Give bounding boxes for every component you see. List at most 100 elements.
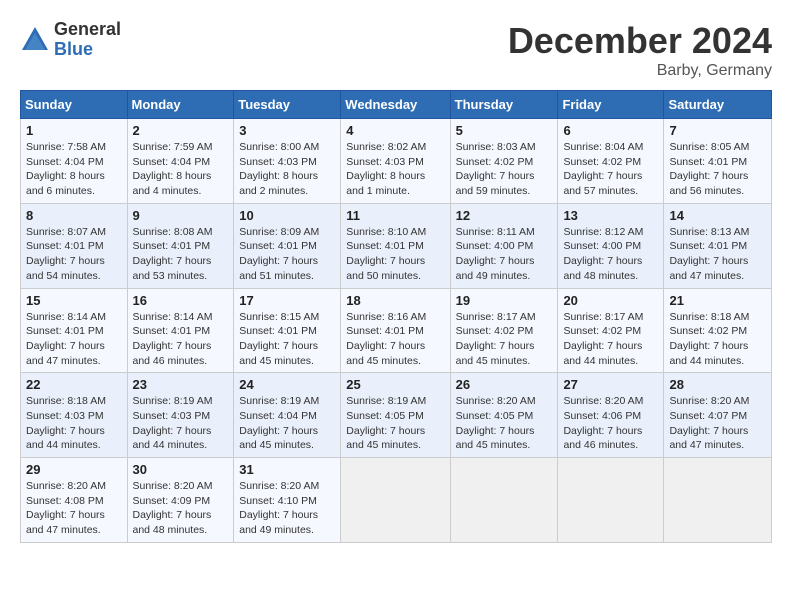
calendar-title: December 2024 <box>508 20 772 62</box>
cell-content: Sunrise: 8:20 AM Sunset: 4:09 PM Dayligh… <box>133 479 229 538</box>
weekday-header-row: SundayMondayTuesdayWednesdayThursdayFrid… <box>21 91 772 119</box>
day-number: 18 <box>346 293 444 308</box>
calendar-week-row: 22 Sunrise: 8:18 AM Sunset: 4:03 PM Dayli… <box>21 373 772 458</box>
calendar-cell: 13Sunrise: 8:12 AM Sunset: 4:00 PM Dayli… <box>558 203 664 288</box>
cell-content: Sunrise: 8:15 AM Sunset: 4:01 PM Dayligh… <box>239 310 335 369</box>
calendar-cell: 3Sunrise: 8:00 AM Sunset: 4:03 PM Daylig… <box>234 119 341 204</box>
cell-content: Sunrise: 8:11 AM Sunset: 4:00 PM Dayligh… <box>456 225 553 284</box>
cell-content: Sunrise: 8:17 AM Sunset: 4:02 PM Dayligh… <box>456 310 553 369</box>
page-header: General Blue December 2024 Barby, German… <box>20 20 772 80</box>
calendar-location: Barby, Germany <box>508 62 772 80</box>
day-number: 27 <box>563 377 658 392</box>
calendar-cell: 17 Sunrise: 8:15 AM Sunset: 4:01 PM Dayli… <box>234 288 341 373</box>
weekday-header-cell: Sunday <box>21 91 128 119</box>
cell-content: Sunrise: 8:02 AM Sunset: 4:03 PM Dayligh… <box>346 140 444 199</box>
weekday-header-cell: Saturday <box>664 91 772 119</box>
day-number: 7 <box>669 123 766 138</box>
calendar-cell: 27 Sunrise: 8:20 AM Sunset: 4:06 PM Dayli… <box>558 373 664 458</box>
calendar-cell: 31 Sunrise: 8:20 AM Sunset: 4:10 PM Dayli… <box>234 458 341 543</box>
day-number: 28 <box>669 377 766 392</box>
cell-content: Sunrise: 8:20 AM Sunset: 4:06 PM Dayligh… <box>563 394 658 453</box>
calendar-cell: 11 Sunrise: 8:10 AM Sunset: 4:01 PM Dayli… <box>341 203 450 288</box>
calendar-cell: 18 Sunrise: 8:16 AM Sunset: 4:01 PM Dayli… <box>341 288 450 373</box>
day-number: 30 <box>133 462 229 477</box>
calendar-cell: 29 Sunrise: 8:20 AM Sunset: 4:08 PM Dayli… <box>21 458 128 543</box>
calendar-cell: 23Sunrise: 8:19 AM Sunset: 4:03 PM Dayli… <box>127 373 234 458</box>
day-number: 24 <box>239 377 335 392</box>
day-number: 4 <box>346 123 444 138</box>
calendar-cell <box>558 458 664 543</box>
logo-icon <box>20 25 50 55</box>
day-number: 9 <box>133 208 229 223</box>
calendar-cell <box>341 458 450 543</box>
cell-content: Sunrise: 8:18 AM Sunset: 4:03 PM Dayligh… <box>26 394 122 453</box>
calendar-cell: 26 Sunrise: 8:20 AM Sunset: 4:05 PM Dayli… <box>450 373 558 458</box>
cell-content: Sunrise: 8:09 AM Sunset: 4:01 PM Dayligh… <box>239 225 335 284</box>
calendar-cell: 9 Sunrise: 8:08 AM Sunset: 4:01 PM Daylig… <box>127 203 234 288</box>
calendar-cell: 24Sunrise: 8:19 AM Sunset: 4:04 PM Dayli… <box>234 373 341 458</box>
logo: General Blue <box>20 20 121 60</box>
cell-content: Sunrise: 7:59 AM Sunset: 4:04 PM Dayligh… <box>133 140 229 199</box>
calendar-cell: 25 Sunrise: 8:19 AM Sunset: 4:05 PM Dayli… <box>341 373 450 458</box>
weekday-header-cell: Tuesday <box>234 91 341 119</box>
day-number: 13 <box>563 208 658 223</box>
calendar-cell: 2Sunrise: 7:59 AM Sunset: 4:04 PM Daylig… <box>127 119 234 204</box>
cell-content: Sunrise: 8:20 AM Sunset: 4:07 PM Dayligh… <box>669 394 766 453</box>
cell-content: Sunrise: 8:08 AM Sunset: 4:01 PM Dayligh… <box>133 225 229 284</box>
calendar-week-row: 1Sunrise: 7:58 AM Sunset: 4:04 PM Daylig… <box>21 119 772 204</box>
day-number: 12 <box>456 208 553 223</box>
day-number: 5 <box>456 123 553 138</box>
day-number: 19 <box>456 293 553 308</box>
cell-content: Sunrise: 8:14 AM Sunset: 4:01 PM Dayligh… <box>133 310 229 369</box>
cell-content: Sunrise: 8:16 AM Sunset: 4:01 PM Dayligh… <box>346 310 444 369</box>
calendar-cell: 14Sunrise: 8:13 AM Sunset: 4:01 PM Dayli… <box>664 203 772 288</box>
calendar-cell: 12 Sunrise: 8:11 AM Sunset: 4:00 PM Dayli… <box>450 203 558 288</box>
day-number: 26 <box>456 377 553 392</box>
cell-content: Sunrise: 8:19 AM Sunset: 4:05 PM Dayligh… <box>346 394 444 453</box>
calendar-cell: 19 Sunrise: 8:17 AM Sunset: 4:02 PM Dayli… <box>450 288 558 373</box>
day-number: 15 <box>26 293 122 308</box>
day-number: 14 <box>669 208 766 223</box>
day-number: 20 <box>563 293 658 308</box>
calendar-cell <box>450 458 558 543</box>
cell-content: Sunrise: 8:18 AM Sunset: 4:02 PM Dayligh… <box>669 310 766 369</box>
day-number: 8 <box>26 208 122 223</box>
weekday-header-cell: Monday <box>127 91 234 119</box>
weekday-header-cell: Thursday <box>450 91 558 119</box>
calendar-cell <box>664 458 772 543</box>
logo-blue: Blue <box>54 40 121 60</box>
cell-content: Sunrise: 8:19 AM Sunset: 4:03 PM Dayligh… <box>133 394 229 453</box>
day-number: 17 <box>239 293 335 308</box>
calendar-cell: 16Sunrise: 8:14 AM Sunset: 4:01 PM Dayli… <box>127 288 234 373</box>
calendar-table: SundayMondayTuesdayWednesdayThursdayFrid… <box>20 90 772 543</box>
calendar-cell: 5Sunrise: 8:03 AM Sunset: 4:02 PM Daylig… <box>450 119 558 204</box>
calendar-cell: 22 Sunrise: 8:18 AM Sunset: 4:03 PM Dayli… <box>21 373 128 458</box>
calendar-cell: 28 Sunrise: 8:20 AM Sunset: 4:07 PM Dayli… <box>664 373 772 458</box>
cell-content: Sunrise: 8:20 AM Sunset: 4:08 PM Dayligh… <box>26 479 122 538</box>
calendar-cell: 21 Sunrise: 8:18 AM Sunset: 4:02 PM Dayli… <box>664 288 772 373</box>
day-number: 29 <box>26 462 122 477</box>
calendar-cell: 8Sunrise: 8:07 AM Sunset: 4:01 PM Daylig… <box>21 203 128 288</box>
cell-content: Sunrise: 8:10 AM Sunset: 4:01 PM Dayligh… <box>346 225 444 284</box>
day-number: 10 <box>239 208 335 223</box>
calendar-cell: 6 Sunrise: 8:04 AM Sunset: 4:02 PM Daylig… <box>558 119 664 204</box>
cell-content: Sunrise: 8:20 AM Sunset: 4:10 PM Dayligh… <box>239 479 335 538</box>
day-number: 31 <box>239 462 335 477</box>
calendar-cell: 15 Sunrise: 8:14 AM Sunset: 4:01 PM Dayli… <box>21 288 128 373</box>
day-number: 11 <box>346 208 444 223</box>
calendar-cell: 1Sunrise: 7:58 AM Sunset: 4:04 PM Daylig… <box>21 119 128 204</box>
logo-text: General Blue <box>54 20 121 60</box>
day-number: 22 <box>26 377 122 392</box>
day-number: 21 <box>669 293 766 308</box>
day-number: 25 <box>346 377 444 392</box>
cell-content: Sunrise: 8:04 AM Sunset: 4:02 PM Dayligh… <box>563 140 658 199</box>
day-number: 3 <box>239 123 335 138</box>
day-number: 6 <box>563 123 658 138</box>
cell-content: Sunrise: 8:14 AM Sunset: 4:01 PM Dayligh… <box>26 310 122 369</box>
cell-content: Sunrise: 8:05 AM Sunset: 4:01 PM Dayligh… <box>669 140 766 199</box>
calendar-cell: 10 Sunrise: 8:09 AM Sunset: 4:01 PM Dayli… <box>234 203 341 288</box>
calendar-cell: 30 Sunrise: 8:20 AM Sunset: 4:09 PM Dayli… <box>127 458 234 543</box>
calendar-cell: 20Sunrise: 8:17 AM Sunset: 4:02 PM Dayli… <box>558 288 664 373</box>
cell-content: Sunrise: 8:20 AM Sunset: 4:05 PM Dayligh… <box>456 394 553 453</box>
title-block: December 2024 Barby, Germany <box>508 20 772 80</box>
